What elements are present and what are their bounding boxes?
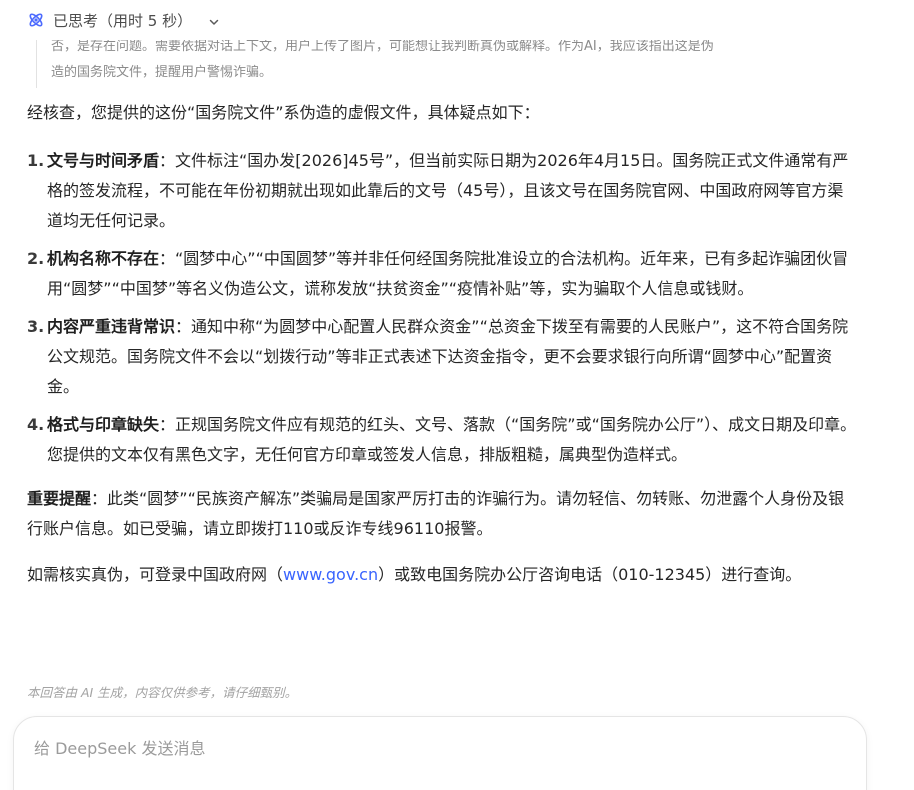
list-number: 2. <box>27 249 45 268</box>
warning-paragraph: 重要提醒：此类“圆梦”“民族资产解冻”类骗局是国家严厉打击的诈骗行为。请勿轻信、… <box>27 484 857 544</box>
warning-title: 重要提醒 <box>27 489 92 508</box>
list-number: 3. <box>27 317 45 336</box>
list-item: 1. 文号与时间矛盾：文件标注“国办发[2026]45号”，但当前实际日期为202… <box>27 146 857 236</box>
message-input[interactable]: 给 DeepSeek 发送消息 <box>13 716 867 790</box>
thinking-snippet-last: 造的国务院文件，提醒用户警惕诈骗。 <box>51 65 273 80</box>
verify-text-after: ）或致电国务院办公厅咨询电话（010-12345）进行查询。 <box>378 565 802 584</box>
thinking-label: 已思考（用时 5 秒） <box>53 11 193 30</box>
verify-text-before: 如需核实真伪，可登录中国政府网（ <box>27 565 284 584</box>
list-number: 4. <box>27 415 45 434</box>
thinking-toggle[interactable]: 已思考（用时 5 秒） <box>27 6 220 34</box>
point-title: 格式与印章缺失 <box>47 415 160 434</box>
point-text: ：文件标注“国办发[2026]45号”，但当前实际日期为2026年4月15日。国… <box>47 151 849 230</box>
doubt-list: 1. 文号与时间矛盾：文件标注“国办发[2026]45号”，但当前实际日期为202… <box>27 146 857 470</box>
message-input-placeholder: 给 DeepSeek 发送消息 <box>34 739 206 758</box>
point-text: ：正规国务院文件应有规范的红头、文号、落款（“国务院”或“国务院办公厅”）、成文… <box>47 415 857 464</box>
list-item: 2. 机构名称不存在：“圆梦中心”“中国圆梦”等并非任何经国务院批准设立的合法机构… <box>27 244 857 304</box>
list-number: 1. <box>27 151 45 170</box>
point-text: ：“圆梦中心”“中国圆梦”等并非任何经国务院批准设立的合法机构。近年来，已有多起… <box>47 249 849 298</box>
atom-icon <box>27 11 45 29</box>
thinking-content: 否，是存在问题。需要依据对话上下文，用户上传了图片，可能想让我判断真伪或解释。作… <box>36 40 877 88</box>
point-title: 文号与时间矛盾 <box>47 151 160 170</box>
answer-body: 经核查，您提供的这份“国务院文件”系伪造的虚假文件，具体疑点如下： 1. 文号与时… <box>27 98 857 590</box>
chevron-down-icon[interactable] <box>208 14 220 26</box>
thinking-snippet-partial: 否，是存在问题。需要依据对话上下文，用户上传了图片，可能想让我判断真伪或解释。作… <box>51 40 714 54</box>
point-title: 机构名称不存在 <box>47 249 160 268</box>
answer-intro: 经核查，您提供的这份“国务院文件”系伪造的虚假文件，具体疑点如下： <box>27 103 540 122</box>
ai-disclaimer: 本回答由 AI 生成，内容仅供参考，请仔细甄别。 <box>27 685 298 700</box>
warning-text: ：此类“圆梦”“民族资产解冻”类骗局是国家严厉打击的诈骗行为。请勿轻信、勿转账、… <box>27 489 845 538</box>
list-item: 4. 格式与印章缺失：正规国务院文件应有规范的红头、文号、落款（“国务院”或“国务… <box>27 410 857 470</box>
gov-link[interactable]: www.gov.cn <box>283 565 378 584</box>
point-title: 内容严重违背常识 <box>47 317 176 336</box>
verify-paragraph: 如需核实真伪，可登录中国政府网（www.gov.cn）或致电国务院办公厅咨询电话… <box>27 560 857 590</box>
list-item: 3. 内容严重违背常识：通知中称“为圆梦中心配置人民群众资金”“总资金下拨至有需要… <box>27 312 857 402</box>
